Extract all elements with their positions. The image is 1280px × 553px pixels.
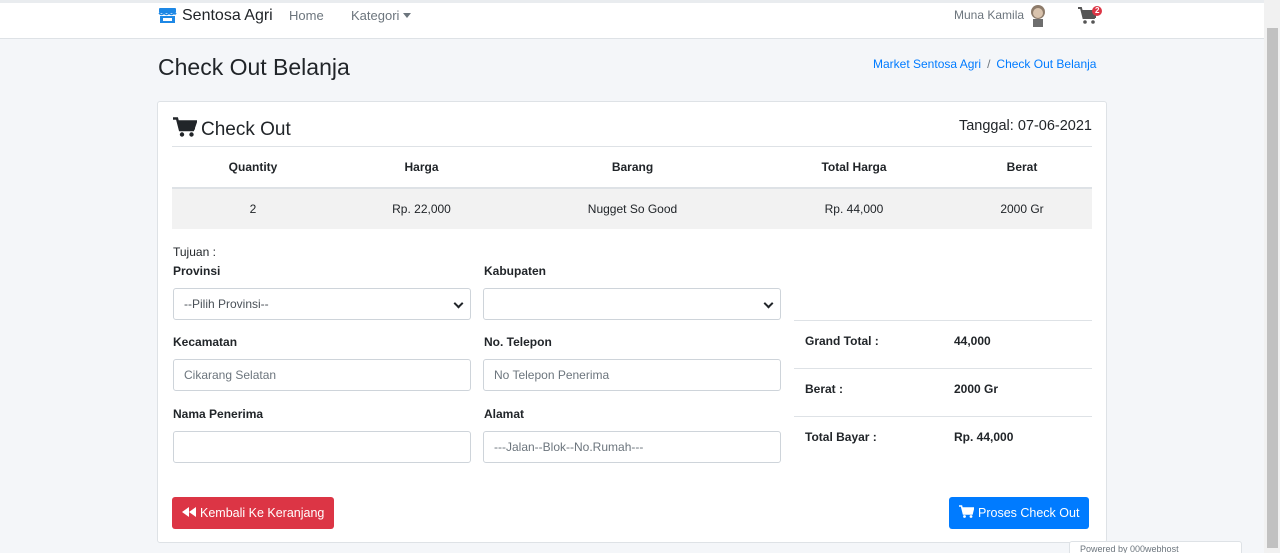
breadcrumb: Market Sentosa Agri / Check Out Belanja [873, 57, 1096, 71]
alamat-input[interactable]: ---Jalan--Blok--No.Rumah--- [483, 431, 781, 463]
backward-icon [182, 506, 196, 520]
kabupaten-label: Kabupaten [484, 264, 547, 278]
table-header-row: Quantity Harga Barang Total Harga Berat [172, 146, 1092, 189]
total-bayar-label: Total Bayar : [805, 430, 877, 444]
col-quantity: Quantity [172, 146, 334, 189]
provinsi-label: Provinsi [173, 264, 221, 278]
berat-label: Berat : [805, 382, 844, 396]
nav-home[interactable]: Home [289, 8, 324, 23]
provinsi-select[interactable]: --Pilih Provinsi-- [173, 288, 471, 320]
page-title: Check Out Belanja [158, 54, 350, 80]
provinsi-select-value: --Pilih Provinsi-- [184, 297, 269, 311]
telepon-input[interactable]: No Telepon Penerima [483, 359, 781, 391]
cell-harga: Rp. 22,000 [334, 187, 509, 229]
order-date: Tanggal: 07-06-2021 [958, 118, 1092, 134]
navbar: Sentosa Agri Home Kategori Muna Kamila 2 [0, 3, 1264, 39]
cell-quantity: 2 [172, 187, 334, 229]
breadcrumb-item-market[interactable]: Market Sentosa Agri [873, 57, 981, 71]
kecamatan-label: Kecamatan [173, 335, 238, 349]
cell-berat: 2000 Gr [952, 187, 1092, 229]
avatar[interactable] [1027, 3, 1049, 27]
back-to-cart-button[interactable]: Kembali Ke Keranjang [172, 497, 335, 529]
cart-icon [173, 117, 198, 143]
nav-kategori-label: Kategori [351, 8, 400, 23]
table-row: 2 Rp. 22,000 Nugget So Good Rp. 44,000 2… [172, 187, 1092, 229]
chevron-down-icon [453, 298, 464, 309]
brand[interactable]: Sentosa Agri [158, 7, 273, 25]
checkout-table: Quantity Harga Barang Total Harga Berat … [172, 146, 1092, 229]
chevron-down-icon [763, 298, 774, 309]
card-title: Check Out [173, 117, 291, 143]
cell-barang: Nugget So Good [509, 187, 756, 229]
cell-total-harga: Rp. 44,000 [756, 187, 952, 229]
proses-checkout-button[interactable]: Proses Check Out [949, 497, 1090, 529]
breadcrumb-item-checkout[interactable]: Check Out Belanja [996, 57, 1096, 71]
alamat-label: Alamat [484, 407, 525, 421]
summary-total-bayar: Total Bayar : Rp. 44,000 [794, 416, 1092, 464]
col-barang: Barang [509, 146, 756, 189]
grand-total-label: Grand Total : [805, 334, 879, 348]
scrollbar-thumb[interactable] [1267, 28, 1278, 548]
nav-kategori[interactable]: Kategori [351, 8, 412, 23]
grand-total-value: 44,000 [954, 334, 991, 348]
col-total-harga: Total Harga [756, 146, 952, 189]
col-berat: Berat [952, 146, 1092, 189]
cart-icon [959, 505, 975, 521]
summary-berat: Berat : 2000 Gr [794, 368, 1092, 416]
tujuan-label: Tujuan : [173, 245, 216, 259]
nama-penerima-label: Nama Penerima [173, 407, 264, 421]
brand-label: Sentosa Agri [182, 7, 273, 24]
col-harga: Harga [334, 146, 509, 189]
total-bayar-value: Rp. 44,000 [954, 430, 1014, 444]
telepon-label: No. Telepon [484, 335, 552, 349]
chevron-down-icon [403, 13, 412, 18]
summary-grand-total: Grand Total : 44,000 [794, 320, 1092, 368]
store-icon [158, 8, 177, 24]
checkout-card: Check Out Tanggal: 07-06-2021 Quantity H… [157, 101, 1107, 543]
user-name[interactable]: Muna Kamila [954, 8, 1024, 22]
proses-button-label: Proses Check Out [978, 506, 1080, 520]
back-button-label: Kembali Ke Keranjang [200, 506, 325, 520]
berat-value: 2000 Gr [954, 382, 999, 396]
breadcrumb-separator: / [987, 57, 991, 71]
kabupaten-select[interactable] [483, 288, 781, 320]
hosting-badge[interactable]: Powered by 000webhost [1069, 541, 1242, 553]
nama-penerima-input[interactable] [173, 431, 471, 463]
card-title-label: Check Out [201, 119, 291, 140]
scrollbar[interactable] [1264, 0, 1280, 553]
kecamatan-input[interactable]: Cikarang Selatan [173, 359, 471, 391]
